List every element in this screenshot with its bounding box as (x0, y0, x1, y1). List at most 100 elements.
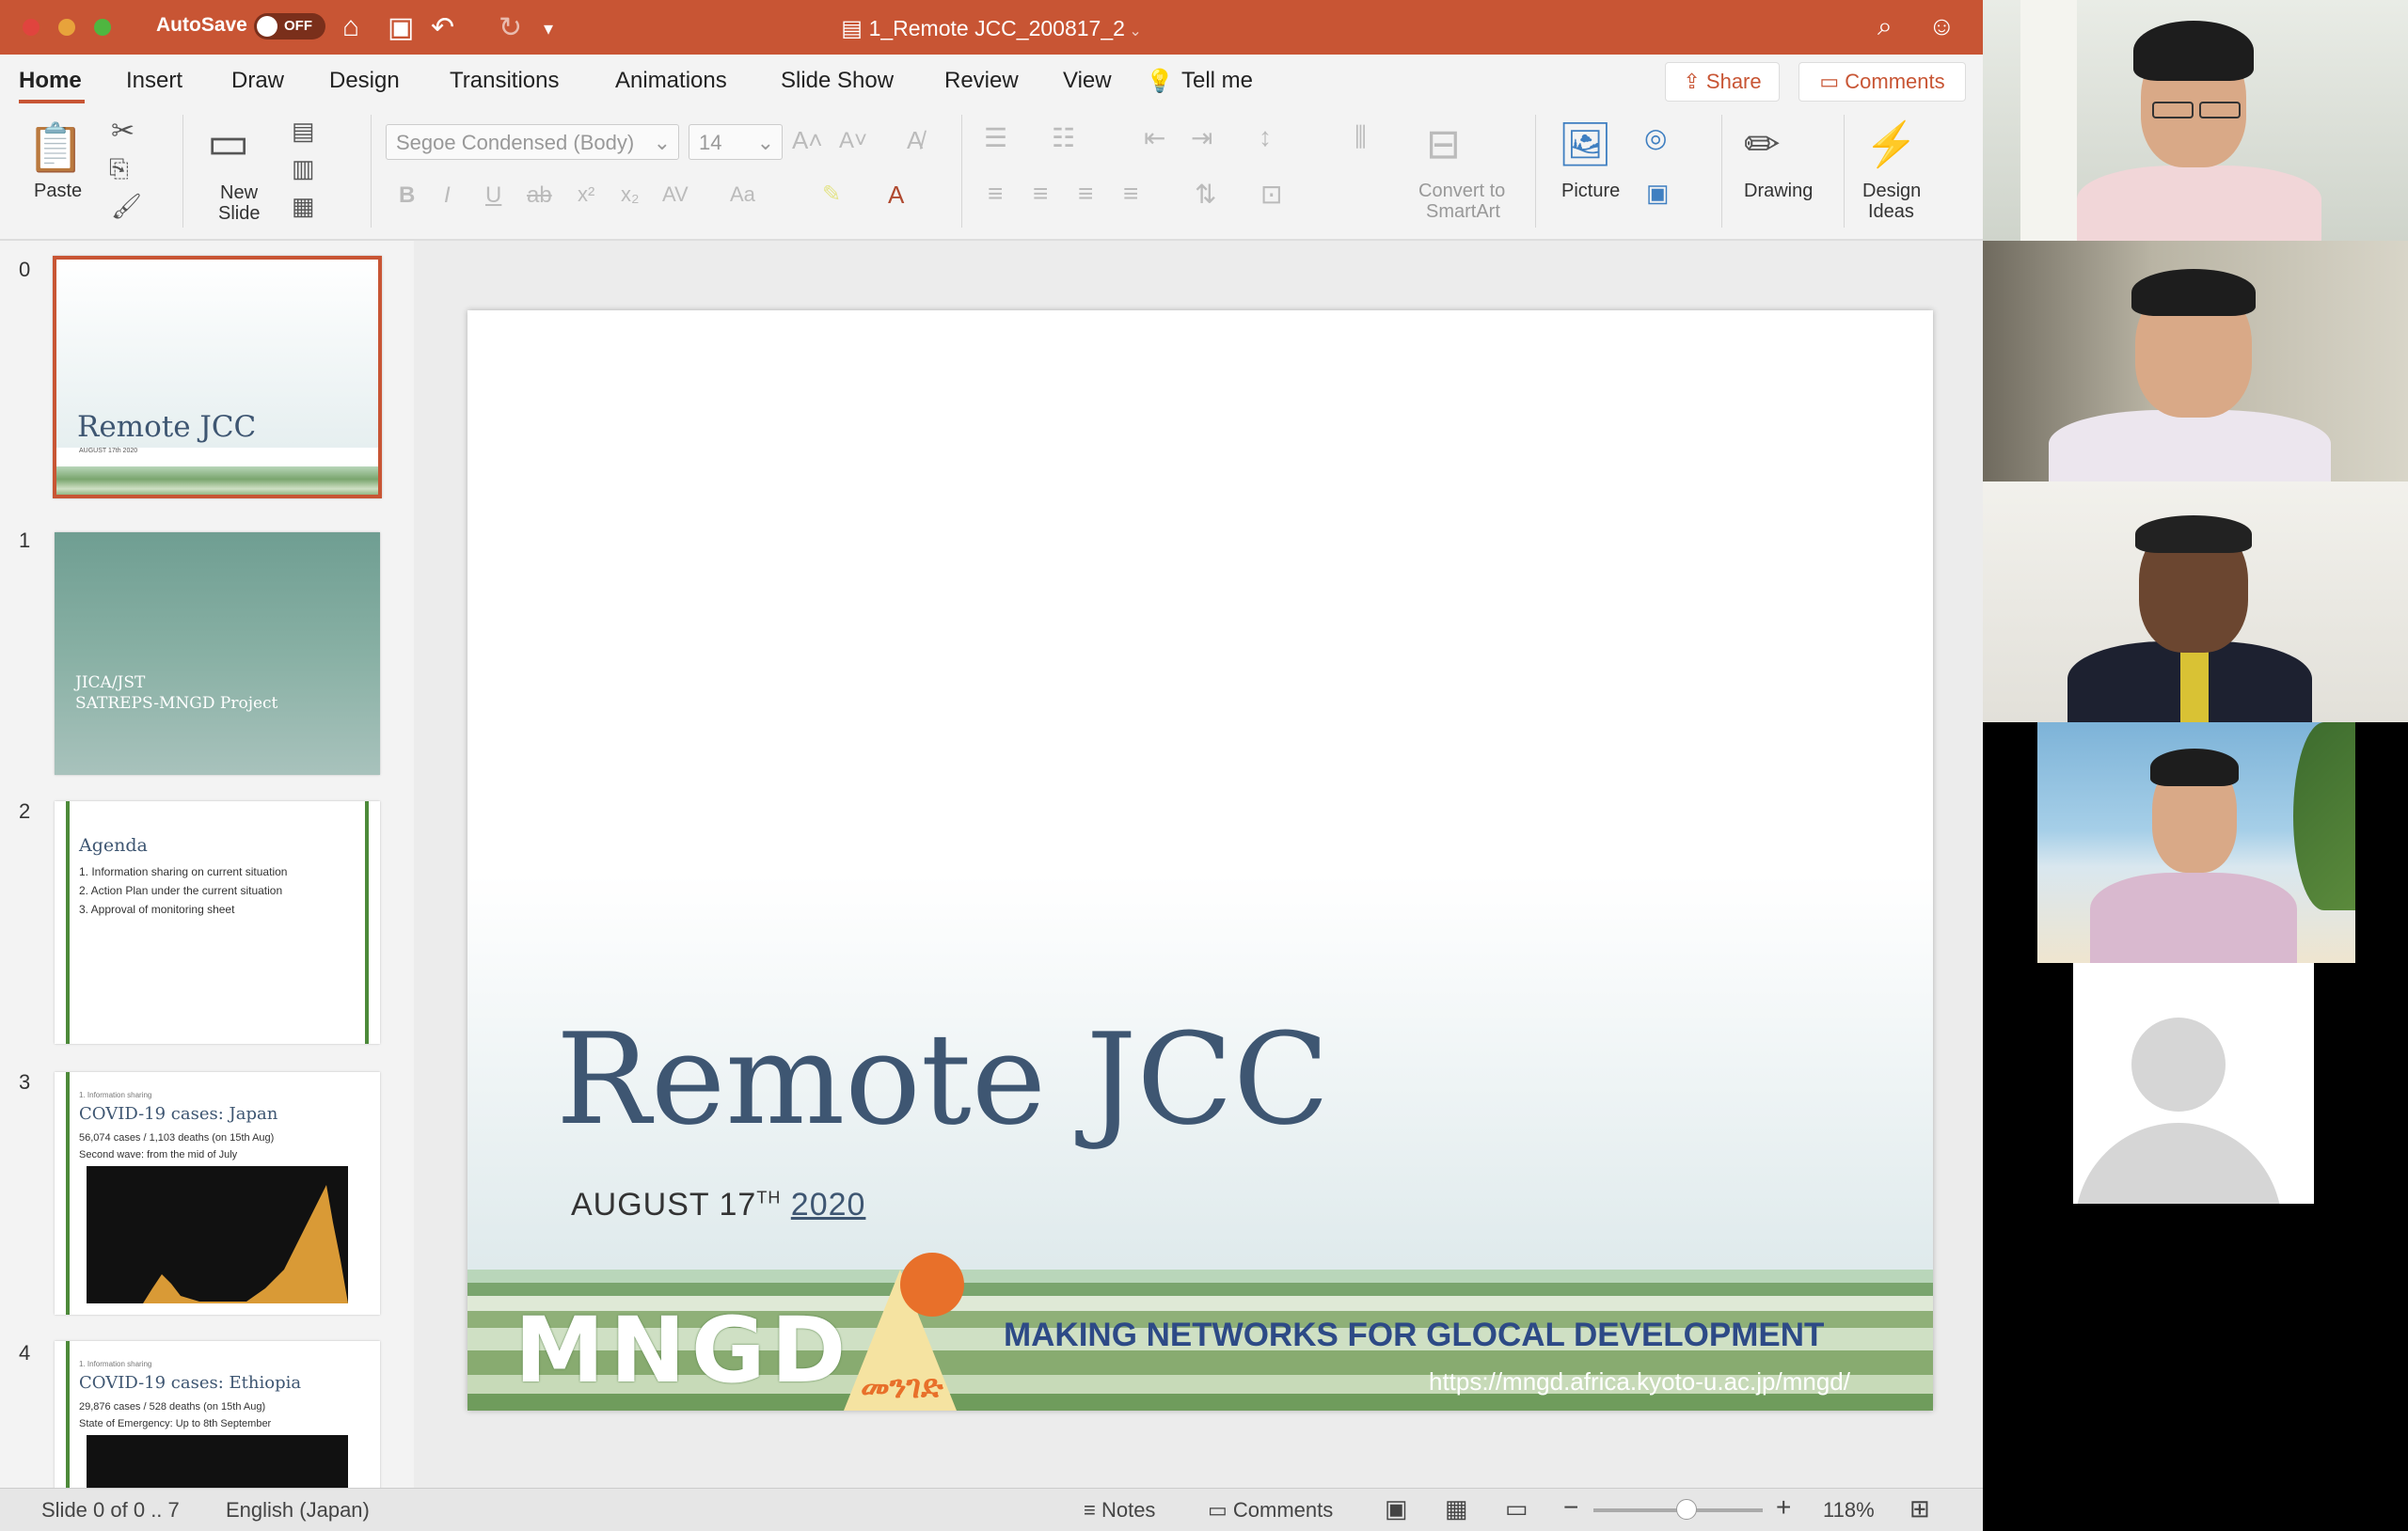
picture-icon[interactable]: 🖼 (1558, 118, 1612, 170)
subscript-icon[interactable]: x₂ (621, 182, 640, 207)
slide-thumbnail-pane: 0 Remote JCC AUGUST 17th 2020 1 JICA/JST… (0, 241, 414, 1488)
comments-label: Comments (1845, 70, 1945, 93)
tab-transitions[interactable]: Transitions (450, 68, 559, 94)
tab-insert[interactable]: Insert (126, 68, 182, 94)
change-case-icon[interactable]: Aa (730, 182, 755, 207)
align-right-icon[interactable]: ≡ (1078, 179, 1093, 209)
fit-to-window-icon[interactable]: ⊞ (1909, 1494, 1930, 1523)
tell-me-search[interactable]: Tell me (1181, 68, 1253, 94)
account-icon[interactable]: ☺ (1928, 11, 1956, 41)
superscript-icon[interactable]: x² (578, 182, 594, 207)
slide-number: 4 (19, 1341, 31, 1365)
text-direction-icon[interactable]: ⇅ (1195, 179, 1216, 210)
character-spacing-icon[interactable]: AV (662, 182, 689, 207)
slide-date[interactable]: AUGUST 17TH 2020 (571, 1187, 865, 1223)
thumb-item: 29,876 cases / 528 deaths (on 15th Aug) (79, 1401, 266, 1413)
palm-tree (2293, 722, 2355, 910)
section-icon[interactable]: ▦ (292, 192, 315, 221)
chevron-down-icon: ⌄ (756, 131, 774, 154)
participant-video-3[interactable] (1983, 481, 2408, 722)
align-center-icon[interactable]: ≡ (1033, 179, 1048, 209)
powerpoint-window: AutoSave OFF ⌂ ▣ ↶ ↻ ▾ ▤ 1_Remote JCC_20… (0, 0, 1983, 1531)
clear-formatting-icon[interactable]: A̸ (907, 126, 923, 155)
participant-hair (2131, 269, 2256, 316)
zoom-level[interactable]: 118% (1823, 1498, 1875, 1523)
bold-icon[interactable]: B (399, 182, 415, 209)
tab-animations[interactable]: Animations (615, 68, 727, 94)
thumb-covid-chart (87, 1166, 348, 1303)
tab-draw[interactable]: Draw (231, 68, 284, 94)
slide-thumbnail-0[interactable]: Remote JCC AUGUST 17th 2020 (53, 256, 382, 498)
zoom-slider-handle[interactable] (1676, 1499, 1697, 1520)
reading-view-icon[interactable]: ▭ (1505, 1494, 1529, 1523)
tab-design[interactable]: Design (329, 68, 400, 94)
comments-button[interactable]: ▭ Comments (1798, 62, 1966, 102)
normal-view-icon[interactable]: ▣ (1385, 1494, 1408, 1523)
tab-view[interactable]: View (1063, 68, 1112, 94)
smartart-icon[interactable]: ⊟ (1426, 120, 1461, 168)
drawing-icon[interactable]: ✏ (1744, 118, 1781, 169)
decrease-indent-icon[interactable]: ⇤ (1144, 122, 1165, 153)
tab-slide-show[interactable]: Slide Show (781, 68, 894, 94)
thumb-item: State of Emergency: Up to 8th September (79, 1418, 272, 1429)
shapes-icon[interactable]: ◎ (1644, 122, 1667, 153)
date-year: 2020 (790, 1187, 866, 1223)
text-box-icon[interactable]: ▣ (1646, 179, 1670, 208)
current-slide[interactable]: Remote JCC AUGUST 17TH 2020 MNGD መንገድ MA… (467, 310, 1933, 1411)
language-indicator[interactable]: English (Japan) (226, 1498, 370, 1523)
zoom-in-icon[interactable]: + (1776, 1492, 1791, 1523)
slide-thumbnail-2[interactable]: Agenda 1. Information sharing on current… (55, 801, 380, 1044)
cut-icon[interactable]: ✂ (111, 115, 135, 148)
new-slide-label-2: Slide (218, 203, 261, 224)
search-icon[interactable]: ⌕ (1877, 11, 1893, 42)
zoom-out-icon[interactable]: − (1563, 1492, 1578, 1523)
slide-thumbnail-3[interactable]: 1. Information sharing COVID-19 cases: J… (55, 1072, 380, 1315)
align-left-icon[interactable]: ≡ (988, 179, 1003, 209)
notes-button[interactable]: ≡ Notes (1084, 1498, 1155, 1523)
columns-icon[interactable]: ⫼ (1354, 122, 1367, 153)
copy-icon[interactable]: ⎘ (109, 154, 129, 184)
share-button[interactable]: ⇪ Share (1665, 62, 1780, 102)
underline-icon[interactable]: U (485, 182, 501, 209)
highlight-icon[interactable]: ✎ (822, 181, 841, 208)
slide-thumbnail-4[interactable]: 1. Information sharing COVID-19 cases: E… (55, 1341, 380, 1488)
status-bar: Slide 0 of 0 .. 7 English (Japan) ≡ Note… (0, 1488, 1983, 1531)
decrease-font-icon[interactable]: A˅ (839, 128, 867, 154)
tab-review[interactable]: Review (944, 68, 1019, 94)
layout-icon[interactable]: ▤ (292, 117, 315, 146)
chevron-down-icon[interactable]: ⌄ (1125, 24, 1141, 39)
participant-hair (2150, 749, 2239, 786)
participant-video-4[interactable] (1983, 722, 2408, 963)
justify-icon[interactable]: ≡ (1123, 179, 1138, 209)
status-comments-button[interactable]: ▭ Comments (1208, 1498, 1333, 1523)
increase-font-icon[interactable]: A˄ (792, 126, 823, 155)
participant-video-2[interactable] (1983, 241, 2408, 481)
increase-indent-icon[interactable]: ⇥ (1191, 122, 1212, 153)
numbering-icon[interactable]: ☷ (1052, 122, 1075, 153)
slide-title[interactable]: Remote JCC (556, 1006, 1329, 1153)
design-ideas-icon[interactable]: ⚡ (1864, 118, 1918, 170)
format-painter-icon[interactable]: 🖌 (111, 192, 142, 221)
participant-video-5[interactable] (1983, 963, 2408, 1204)
font-color-icon[interactable]: A (888, 181, 904, 210)
thumb-item: Second wave: from the mid of July (79, 1149, 238, 1160)
bullets-icon[interactable]: ☰ (984, 122, 1007, 153)
font-name-select[interactable]: Segoe Condensed (Body) ⌄ (386, 124, 679, 160)
reset-icon[interactable]: ▥ (292, 154, 315, 183)
italic-icon[interactable]: I (444, 182, 451, 209)
participant-video-1[interactable] (1983, 0, 2408, 241)
line-spacing-icon[interactable]: ↕ (1259, 122, 1272, 152)
tab-home[interactable]: Home (19, 68, 82, 94)
ribbon: 📋 Paste ✂ ⎘ 🖌 ▭ New Slide ▤ ▥ ▦ Segoe Co… (0, 107, 1983, 241)
slide-thumbnail-1[interactable]: JICA/JST SATREPS-MNGD Project (55, 532, 380, 775)
thumb-title: Agenda (79, 835, 148, 856)
participant-glasses (2152, 102, 2194, 118)
paste-icon[interactable]: 📋 (26, 120, 85, 176)
font-size-select[interactable]: 14 ⌄ (689, 124, 783, 160)
align-text-icon[interactable]: ⊡ (1260, 179, 1282, 210)
new-slide-icon[interactable]: ▭ (207, 117, 249, 169)
slide-sorter-icon[interactable]: ▦ (1445, 1494, 1468, 1523)
avatar (2073, 963, 2314, 1204)
strikethrough-icon[interactable]: ab (527, 182, 552, 209)
thumb-kicker: 1. Information sharing (79, 1091, 152, 1099)
